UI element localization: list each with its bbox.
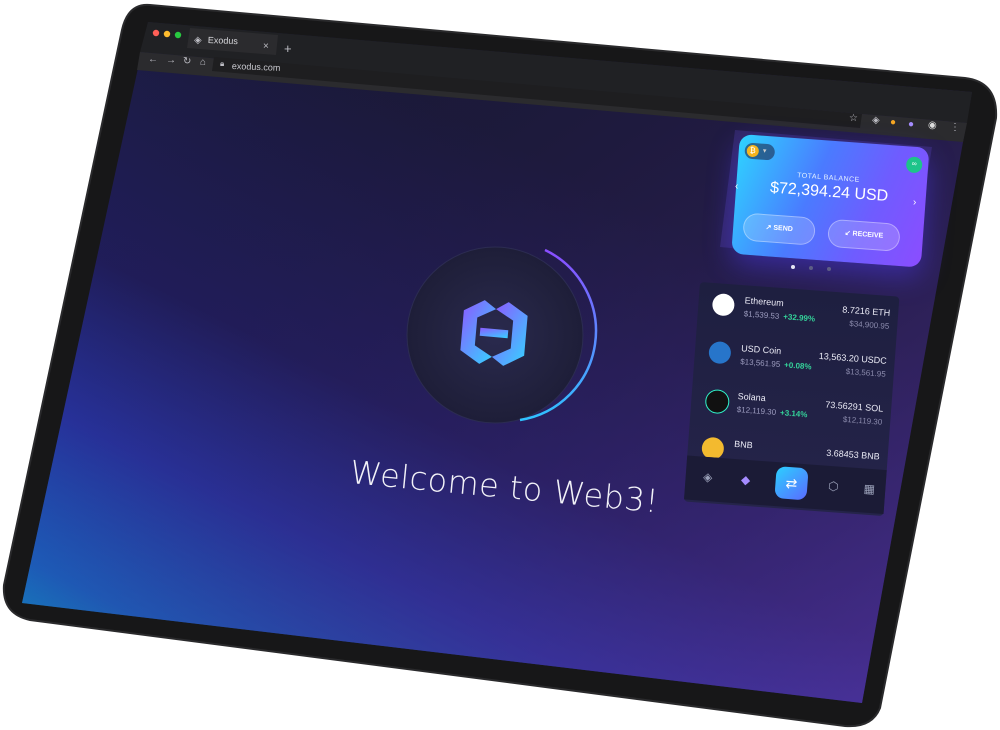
total-balance: $72,394.24 USD: [769, 179, 889, 205]
extension-fox-icon[interactable]: ●: [890, 118, 896, 128]
tablet-device: ◈ Exodus × + ← → ↻ ⌂ 🔒︎ exodus.com ☆ ◈ ●…: [0, 0, 1000, 730]
chevron-down-icon: ▾: [762, 147, 767, 155]
receive-label: RECEIVE: [852, 230, 884, 240]
asset-list: Ethereum $1,539.53 +32.99% 8.7216 ETH $34…: [683, 282, 900, 517]
ethereum-icon: [711, 292, 736, 317]
balance-card: ₿ ▾ ∞ TOTAL BALANCE $72,394.24 USD ↗ SEN…: [731, 134, 930, 268]
sync-icon[interactable]: ∞: [905, 156, 923, 174]
asset-amount: 8.7216 ETH: [841, 304, 891, 319]
exodus-favicon-icon: ◈: [194, 35, 202, 46]
asset-name: USD Coin: [740, 343, 782, 357]
asset-price: $1,539.53 +32.99%: [743, 309, 815, 323]
asset-change: +32.99%: [782, 312, 816, 324]
receive-button[interactable]: ↙ RECEIVE: [826, 218, 901, 252]
new-tab-button[interactable]: +: [284, 42, 292, 55]
send-button[interactable]: ↗ SEND: [742, 212, 817, 246]
carousel-next-icon[interactable]: ›: [913, 198, 916, 208]
address-bar[interactable]: exodus.com: [232, 61, 281, 73]
asset-change: +0.08%: [783, 360, 812, 372]
asset-change: +3.14%: [779, 408, 808, 420]
asset-price: $12,119.30 +3.14%: [736, 405, 807, 419]
asset-name: BNB: [733, 438, 754, 451]
asset-fiat: $13,561.95: [845, 366, 887, 379]
reload-icon[interactable]: ↻: [183, 57, 191, 67]
asset-amount: 13,563.20 USDC: [818, 350, 888, 366]
asset-name: Ethereum: [744, 295, 785, 309]
asset-amount: 3.68453 BNB: [825, 447, 881, 462]
tab-title[interactable]: Exodus: [208, 35, 238, 46]
nav-portfolio-icon[interactable]: ◈: [699, 469, 716, 486]
asset-price-value: $1,539.53: [743, 309, 780, 321]
send-label: SEND: [773, 224, 794, 234]
bitcoin-icon: ₿: [746, 144, 760, 158]
lock-icon: 🔒︎: [220, 59, 225, 68]
nav-nft-icon[interactable]: ◆: [737, 471, 754, 488]
extension-puzzle-icon[interactable]: ●: [908, 120, 914, 130]
solana-icon: [704, 388, 731, 415]
asset-fiat: $12,119.30: [842, 414, 883, 427]
asset-fiat: $34,900.95: [848, 319, 890, 331]
bookmark-star-icon[interactable]: ☆: [849, 114, 858, 124]
nav-earn-icon[interactable]: ⬡: [825, 478, 842, 495]
swap-button[interactable]: ⇄: [774, 466, 809, 501]
profile-avatar-icon[interactable]: ◉: [928, 121, 937, 131]
close-tab-icon[interactable]: ×: [263, 42, 269, 52]
asset-name: Solana: [737, 391, 767, 404]
back-icon[interactable]: ←: [148, 55, 158, 65]
asset-amount: 73.56291 SOL: [824, 399, 884, 414]
carousel-prev-icon[interactable]: ‹: [735, 182, 738, 192]
usdc-icon: [708, 340, 732, 365]
asset-price-value: $13,561.95: [739, 357, 781, 370]
menu-kebab-icon[interactable]: ⋮: [950, 123, 960, 133]
asset-price: $13,561.95 +0.08%: [740, 357, 812, 371]
nav-apps-icon[interactable]: ▦: [861, 480, 878, 497]
asset-price-value: $12,119.30: [736, 405, 777, 417]
home-icon[interactable]: ⌂: [200, 58, 206, 68]
forward-icon[interactable]: →: [166, 56, 176, 66]
carousel-dots: [791, 265, 831, 271]
coin-selector[interactable]: ₿ ▾: [744, 142, 776, 161]
extension-exodus-icon[interactable]: ◈: [872, 116, 880, 126]
